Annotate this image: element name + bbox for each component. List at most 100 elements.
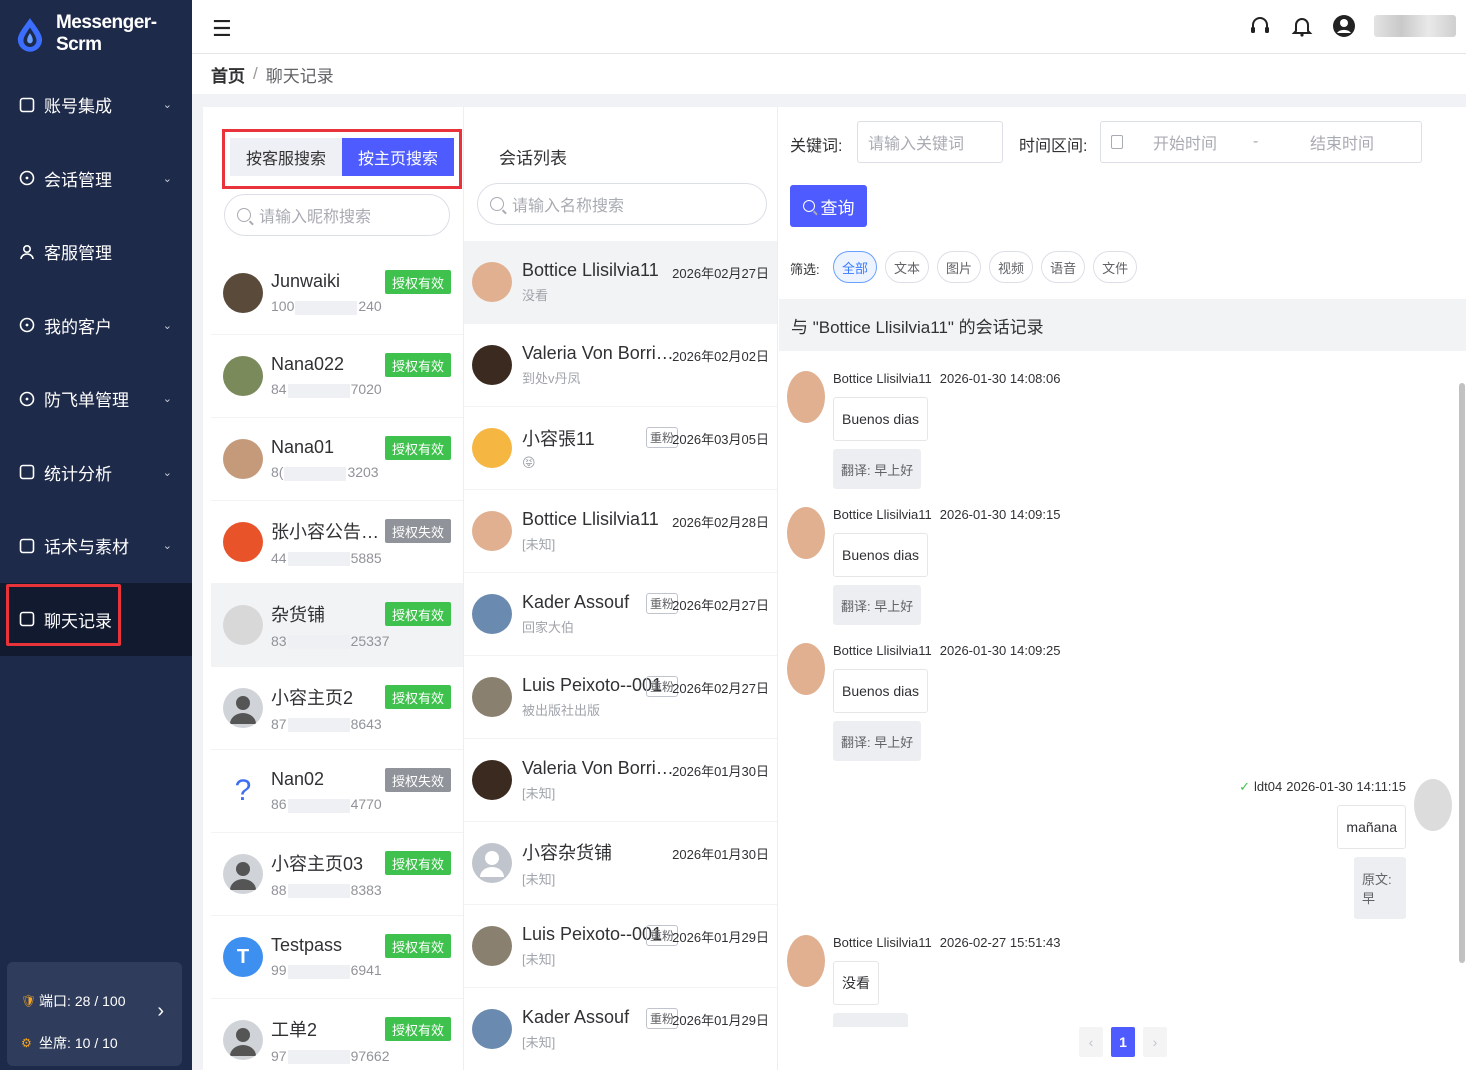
session-row[interactable]: 小容杂货铺 [未知] 2026年01月30日: [464, 822, 777, 905]
sidebar-item-5[interactable]: 统计分析 ⌄: [0, 436, 192, 510]
filter-chip[interactable]: 文本: [885, 251, 930, 283]
page-1-button[interactable]: 1: [1111, 1027, 1135, 1057]
headset-icon[interactable]: [1248, 14, 1272, 38]
account-row[interactable]: 杂货铺 83 25337 授权有效: [211, 584, 463, 667]
query-button[interactable]: 查询: [790, 185, 867, 227]
shield-icon: 🛡: [21, 994, 37, 1008]
breadcrumb-home[interactable]: 首页: [211, 62, 245, 87]
nickname-search-input[interactable]: 请输入昵称搜索: [224, 194, 450, 236]
phone-mask: [287, 1050, 350, 1065]
search-by-page-tab[interactable]: 按主页搜索: [342, 138, 454, 176]
document-icon: [18, 537, 36, 555]
avatar: [223, 854, 263, 894]
menu-toggle-icon[interactable]: ☰: [212, 16, 232, 42]
account-name: Nana01: [271, 437, 335, 458]
user-icon: [18, 243, 36, 261]
message-meta: Bottice Llisilvia11 2026-01-30 14:09:15: [833, 507, 1060, 522]
account-row[interactable]: 小容主页2 87 8643 授权有效: [211, 667, 463, 750]
search-icon: [490, 197, 504, 211]
filter-chip[interactable]: 语音: [1041, 251, 1086, 283]
sidebar-item-4[interactable]: 防飞单管理 ⌄: [0, 362, 192, 436]
scrollbar-thumb[interactable]: [1459, 383, 1465, 963]
next-page-button[interactable]: ›: [1143, 1027, 1167, 1057]
auth-status-badge: 授权有效: [384, 1017, 451, 1041]
auth-status-badge: 授权有效: [384, 851, 451, 875]
message-bubble: Buenos dias: [833, 669, 929, 713]
phone-start: 97: [271, 1047, 287, 1064]
sidebar-item-label: 账号集成: [44, 97, 112, 117]
account-row[interactable]: 张小容公告你的... 44 5885授权失效: [211, 501, 463, 584]
quota-panel[interactable]: 🛡 端口: 28 / 100 ⚙ 坐席: 10 / 10 ›: [7, 962, 182, 1066]
auth-status-badge: 授权有效: [384, 685, 451, 709]
account-row[interactable]: 工单2 97 97662 授权有效: [211, 999, 463, 1070]
account-phone: 100 240: [271, 298, 391, 315]
avatar: [472, 428, 512, 468]
account-info: Testpass 99 6941: [271, 935, 391, 979]
phone-start: 100: [271, 298, 295, 315]
account-info: Nana01 8(3203: [271, 437, 391, 481]
sidebar-item-6[interactable]: 话术与素材 ⌄: [0, 509, 192, 583]
avatar: [223, 273, 263, 313]
session-date: 2026年01月30日: [672, 764, 769, 779]
account-phone: 84 7020: [271, 381, 391, 398]
avatar: [472, 511, 512, 551]
bell-icon[interactable]: [1290, 14, 1314, 38]
end-time-placeholder[interactable]: 结束时间: [1310, 130, 1374, 154]
session-date: 2026年02月27日: [672, 598, 769, 613]
ports-label: 端口:: [39, 993, 71, 1009]
phone-end: 240: [358, 298, 382, 315]
sidebar-item-label: 客服管理: [44, 244, 112, 264]
shield-compass-icon: [18, 390, 36, 408]
start-time-placeholder[interactable]: 开始时间: [1153, 130, 1253, 154]
account-row[interactable]: Nana022 84 7020 授权有效: [211, 335, 463, 418]
phone-mask: [287, 552, 350, 567]
incoming-message: Bottice Llisilvia11 2026-01-30 14:09:25 Bu…: [787, 643, 1147, 773]
session-search-input[interactable]: 请输入名称搜索: [477, 183, 767, 225]
message-time: 2026-01-30 14:08:06: [939, 371, 1061, 386]
sidebar-item-0[interactable]: 账号集成 ⌄: [0, 68, 192, 142]
sidebar-item-1[interactable]: 会话管理 ⌄: [0, 142, 192, 216]
session-row[interactable]: Luis Peixoto--001 被出版社出版 重粉 2026年02月27日: [464, 656, 777, 739]
filter-chip[interactable]: 文件: [1093, 251, 1138, 283]
chat-scrollbar[interactable]: [1458, 373, 1466, 1013]
sidebar-item-2[interactable]: 客服管理: [0, 215, 192, 289]
date-range-picker[interactable]: 开始时间 - 结束时间: [1100, 121, 1422, 163]
search-by-agent-tab[interactable]: 按客服搜索: [230, 138, 342, 176]
filter-chip[interactable]: 视频: [989, 251, 1034, 283]
keyword-placeholder: 请输入关键词: [868, 136, 965, 153]
session-row[interactable]: Luis Peixoto--001 [未知] 重粉 2026年01月29日: [464, 905, 777, 988]
phone-start: 99: [271, 962, 287, 979]
message-meta: Bottice Llisilvia11 2026-01-30 14:08:06: [833, 371, 1060, 386]
filter-chip[interactable]: 图片: [937, 251, 982, 283]
auth-status-badge: 授权有效: [384, 934, 451, 958]
prev-page-button[interactable]: ‹: [1079, 1027, 1103, 1057]
session-row[interactable]: Valeria Von Borries Br... 到处v丹凤 2026年02月02…: [464, 324, 777, 407]
calendar-icon: [1111, 135, 1123, 149]
account-icon[interactable]: [1332, 14, 1356, 38]
session-row[interactable]: 小容張11 😝 重粉 2026年03月05日: [464, 407, 777, 490]
avatar: [472, 262, 512, 302]
sidebar-item-7[interactable]: 聊天记录: [0, 582, 192, 656]
phone-mask: [287, 635, 350, 650]
chevron-right-icon[interactable]: ›: [157, 1000, 164, 1023]
account-row[interactable]: 小容主页03 88 8383 授权有效: [211, 833, 463, 916]
session-date: 2026年01月29日: [672, 1013, 769, 1028]
session-last-message: [未知]: [522, 537, 556, 552]
account-row[interactable]: T Testpass 99 6941 授权有效: [211, 916, 463, 999]
session-row[interactable]: Bottice Llisilvia11 [未知] 2026年02月28日: [464, 490, 777, 573]
session-row[interactable]: Kader Assouf [未知] 重粉 2026年01月29日: [464, 988, 777, 1070]
chat-message-area[interactable]: Bottice Llisilvia11 2026-01-30 14:08:06 Bu…: [779, 355, 1466, 1027]
username-redacted[interactable]: [1374, 15, 1456, 37]
filter-chip[interactable]: 全部: [833, 251, 878, 283]
avatar: T: [223, 937, 263, 977]
account-row[interactable]: ? Nan02 86 4770 授权失效: [211, 750, 463, 833]
session-row[interactable]: Kader Assouf 回家大伯 重粉 2026年02月27日: [464, 573, 777, 656]
keyword-input[interactable]: 请输入关键词: [857, 121, 1003, 163]
avatar: [472, 926, 512, 966]
session-row[interactable]: Valeria Von Borries Br... [未知] 2026年01月30日: [464, 739, 777, 822]
account-row[interactable]: Junwaiki 100 240 授权有效: [211, 252, 463, 335]
avatar: [1414, 779, 1452, 831]
account-row[interactable]: Nana01 8(3203 授权有效: [211, 418, 463, 501]
session-row[interactable]: Bottice Llisilvia11 没看 2026年02月27日: [464, 241, 777, 324]
sidebar-item-3[interactable]: 我的客户 ⌄: [0, 289, 192, 363]
